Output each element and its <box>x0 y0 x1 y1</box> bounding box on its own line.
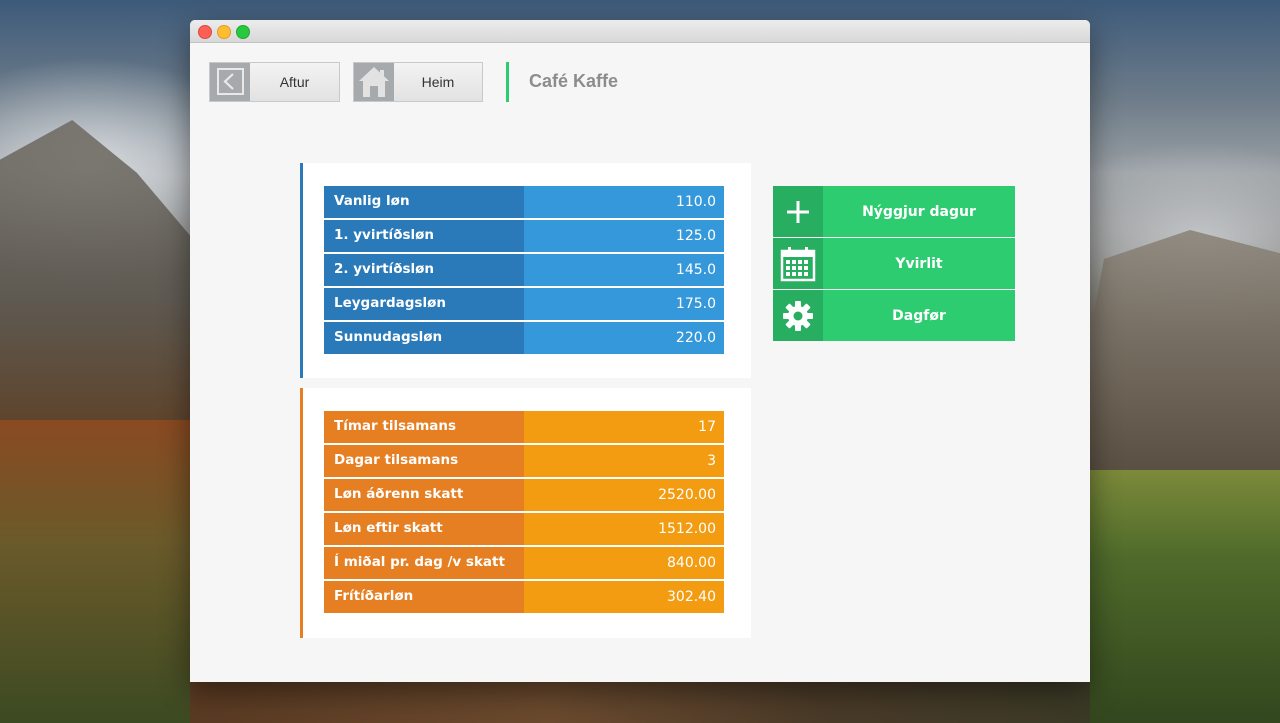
rate-label: Sunnudagsløn <box>324 322 524 354</box>
rate-row: 2. yvirtíðsløn 145.0 <box>324 254 724 286</box>
rate-label: Leygardagsløn <box>324 288 524 320</box>
summary-row: Løn eftir skatt 1512.00 <box>324 513 724 545</box>
summary-value: 1512.00 <box>524 513 724 545</box>
overview-button-label: Yvirlit <box>823 238 1015 289</box>
summary-value: 2520.00 <box>524 479 724 511</box>
home-icon <box>354 63 394 101</box>
summary-label: Løn áðrenn skatt <box>324 479 524 511</box>
background-ground <box>190 682 1090 723</box>
summary-row: Løn áðrenn skatt 2520.00 <box>324 479 724 511</box>
new-day-button-label: Nýggjur dagur <box>823 186 1015 237</box>
calendar-icon <box>773 238 823 289</box>
home-button[interactable]: Heim <box>353 62 483 102</box>
update-button-label: Dagfør <box>823 290 1015 341</box>
home-button-label: Heim <box>421 74 455 90</box>
overview-button[interactable]: Yvirlit <box>773 238 1015 289</box>
zoom-window-button[interactable] <box>236 25 250 39</box>
rate-row: 1. yvirtíðsløn 125.0 <box>324 220 724 252</box>
title-accent-bar <box>506 62 509 102</box>
summary-value: 302.40 <box>524 581 724 613</box>
rate-value: 220.0 <box>524 322 724 354</box>
summary-row: Frítíðarløn 302.40 <box>324 581 724 613</box>
summary-row: Dagar tilsamans 3 <box>324 445 724 477</box>
rate-value: 145.0 <box>524 254 724 286</box>
rate-label: 1. yvirtíðsløn <box>324 220 524 252</box>
rate-label: Vanlig løn <box>324 186 524 218</box>
summary-label: Tímar tilsamans <box>324 411 524 443</box>
rate-value: 175.0 <box>524 288 724 320</box>
summary-label: Í miðal pr. dag /v skatt <box>324 547 524 579</box>
gear-icon <box>773 290 823 341</box>
minimize-window-button[interactable] <box>217 25 231 39</box>
plus-icon <box>773 186 823 237</box>
update-button[interactable]: Dagfør <box>773 290 1015 341</box>
back-button[interactable]: Aftur <box>209 62 340 102</box>
background-forest-left <box>0 420 190 723</box>
window-titlebar <box>190 20 1090 43</box>
wage-rates-panel: Vanlig løn 110.0 1. yvirtíðsløn 125.0 2.… <box>300 163 751 378</box>
rate-row: Sunnudagsløn 220.0 <box>324 322 724 354</box>
close-window-button[interactable] <box>198 25 212 39</box>
rate-label: 2. yvirtíðsløn <box>324 254 524 286</box>
rate-value: 125.0 <box>524 220 724 252</box>
summary-label: Frítíðarløn <box>324 581 524 613</box>
summary-value: 840.00 <box>524 547 724 579</box>
background-forest-right <box>1090 470 1280 723</box>
app-window: Aftur Heim Café Kaffe Vanlig løn 110.0 1… <box>190 20 1090 682</box>
page-title: Café Kaffe <box>529 71 619 91</box>
summary-row: Í miðal pr. dag /v skatt 840.00 <box>324 547 724 579</box>
rate-row: Vanlig løn 110.0 <box>324 186 724 218</box>
summary-label: Løn eftir skatt <box>324 513 524 545</box>
summary-panel: Tímar tilsamans 17 Dagar tilsamans 3 Løn… <box>300 388 751 638</box>
summary-value: 3 <box>524 445 724 477</box>
new-day-button[interactable]: Nýggjur dagur <box>773 186 1015 237</box>
back-button-label: Aftur <box>279 74 310 90</box>
rate-row: Leygardagsløn 175.0 <box>324 288 724 320</box>
summary-label: Dagar tilsamans <box>324 445 524 477</box>
background-cliff-left <box>0 120 190 450</box>
rate-value: 110.0 <box>524 186 724 218</box>
summary-value: 17 <box>524 411 724 443</box>
summary-row: Tímar tilsamans 17 <box>324 411 724 443</box>
back-arrow-icon <box>210 63 250 101</box>
